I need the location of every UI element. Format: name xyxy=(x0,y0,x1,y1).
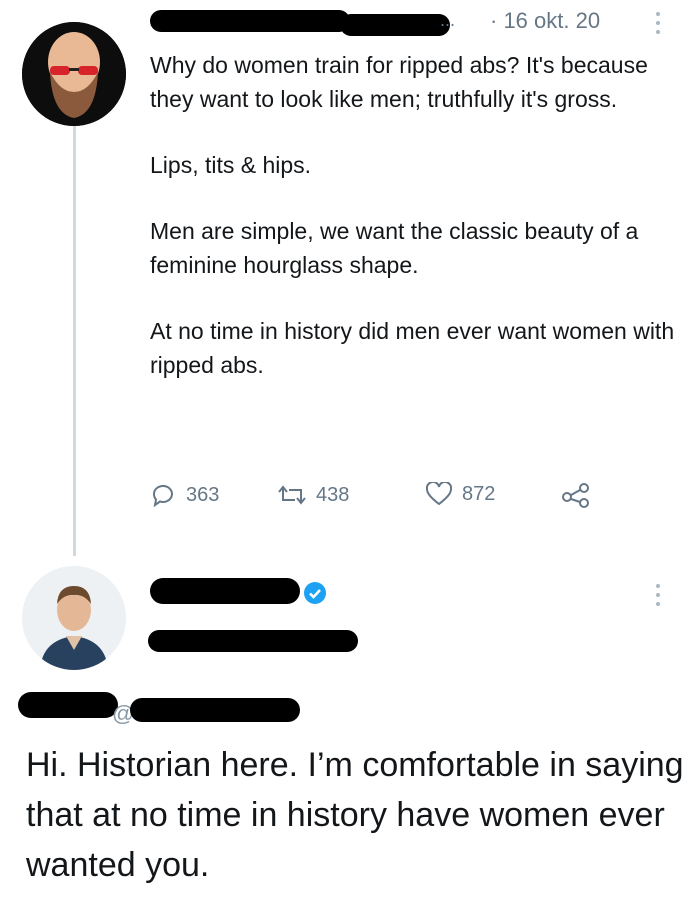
reply-more-options-icon[interactable] xyxy=(656,584,662,606)
more-options-icon[interactable] xyxy=(656,12,662,34)
share-icon xyxy=(562,483,589,508)
redacted-author-name xyxy=(150,10,350,32)
share-button[interactable] xyxy=(562,482,590,508)
reply-text: Hi. Historian here. I’m comfortable in s… xyxy=(26,746,684,884)
tweet-author-avatar[interactable] xyxy=(22,22,126,126)
tweet-paragraph: Men are simple, we want the classic beau… xyxy=(150,218,639,278)
tweet-paragraph: At no time in history did men ever want … xyxy=(150,318,675,378)
redacted-author-handle xyxy=(340,14,450,36)
thread-line xyxy=(73,124,76,556)
retweet-icon xyxy=(278,485,306,505)
bald-bearded-man-sunglasses-avatar xyxy=(22,22,126,126)
handle-truncation: ... xyxy=(440,10,456,30)
retweet-button[interactable]: 438 xyxy=(278,482,349,508)
redacted-reply-author-name xyxy=(150,578,300,604)
redacted-reply-to-handle xyxy=(130,698,300,722)
heart-icon xyxy=(426,482,452,506)
like-count: 872 xyxy=(462,482,496,505)
tweet-actions: 363 438 872 xyxy=(150,482,620,518)
tweet-paragraph: Why do women train for ripped abs? It's … xyxy=(150,52,648,112)
tweet-date[interactable]: · 16 okt. 20 xyxy=(490,8,600,34)
redacted-reply-author-handle xyxy=(148,630,358,652)
reply-button[interactable]: 363 xyxy=(150,482,219,508)
verified-badge-icon xyxy=(304,582,326,604)
reply-count: 363 xyxy=(186,483,220,506)
reply-icon xyxy=(152,484,173,508)
reply-author-avatar[interactable] xyxy=(22,566,126,670)
redacted-reply-to-user xyxy=(18,692,118,718)
tweet-text: Why do women train for ripped abs? It's … xyxy=(150,48,680,414)
retweet-count: 438 xyxy=(316,483,350,506)
tweet-paragraph: Lips, tits & hips. xyxy=(150,152,312,178)
like-button[interactable]: 872 xyxy=(426,482,495,506)
man-in-blue-shirt-avatar xyxy=(22,566,126,670)
